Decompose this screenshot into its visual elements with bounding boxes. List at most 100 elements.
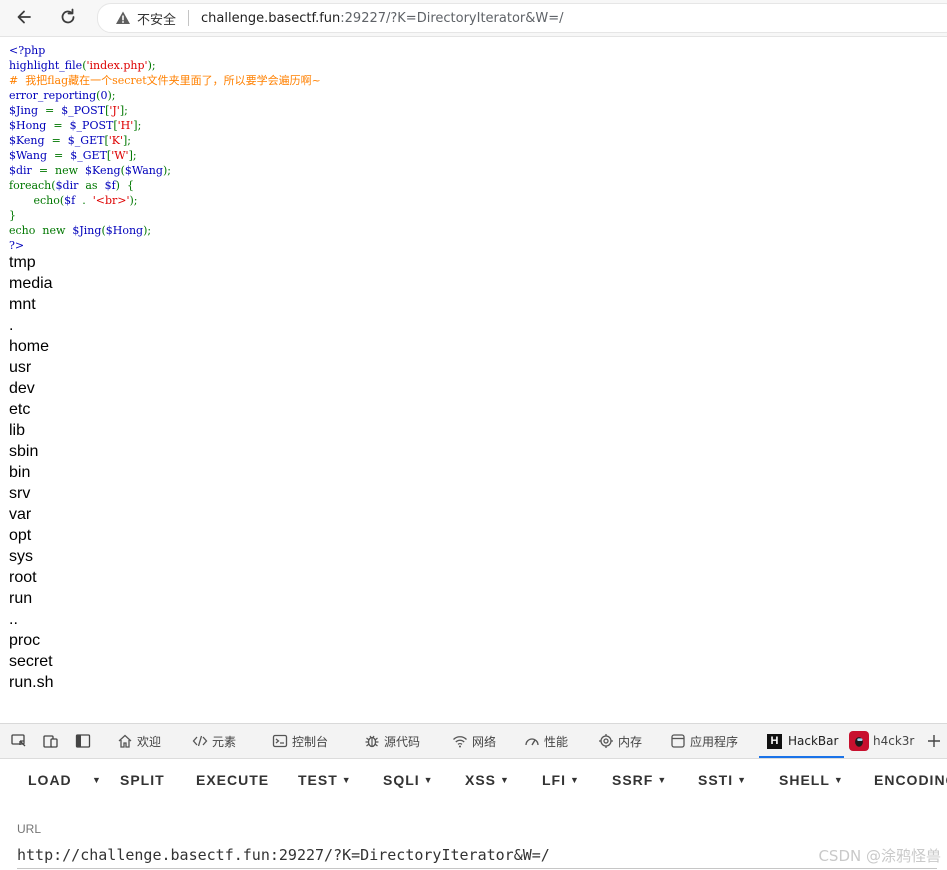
- tab-console[interactable]: 控制台: [272, 724, 328, 758]
- caret-down-icon: ▼: [423, 775, 434, 785]
- code-token: =: [54, 149, 71, 162]
- hackbar-split-button[interactable]: SPLIT: [120, 772, 165, 788]
- tab-label: HackBar: [788, 734, 839, 748]
- directory-entry: etc: [9, 401, 31, 418]
- code-token: 'K': [108, 134, 123, 147]
- hackbar-ssrf-menu[interactable]: SSRF ▼: [612, 772, 667, 788]
- code-token: $_POST: [69, 119, 114, 132]
- back-button[interactable]: [10, 4, 38, 30]
- tab-sources[interactable]: 源代码: [364, 724, 420, 758]
- wifi-icon: [452, 733, 468, 749]
- caret-down-icon: ▼: [570, 775, 580, 785]
- menu-label: SSTI: [698, 772, 734, 788]
- device-emulation-icon[interactable]: [42, 732, 60, 750]
- directory-entry: proc: [9, 632, 41, 649]
- code-line: <?php: [9, 43, 321, 58]
- caret-down-icon: ▼: [657, 775, 668, 785]
- hackbar-test-menu[interactable]: TEST ▼: [298, 772, 352, 788]
- dock-sidebar-icon[interactable]: [74, 732, 92, 750]
- hackbar-lfi-menu[interactable]: LFI ▼: [542, 772, 580, 788]
- directory-entry: .: [9, 317, 14, 334]
- hackbar-shell-menu[interactable]: SHELL ▼: [779, 772, 844, 788]
- code-token: $Keng: [85, 164, 121, 177]
- hackbar-execute-button[interactable]: EXECUTE: [196, 772, 269, 788]
- directory-entry: run.sh: [9, 674, 54, 691]
- tab-hackbar[interactable]: H HackBar: [759, 724, 845, 758]
- directory-entry: ..: [9, 611, 18, 628]
- directory-entry: var: [9, 506, 32, 523]
- hackbar-logo-icon: H: [767, 733, 782, 749]
- directory-entry: sbin: [9, 443, 39, 460]
- code-token: error_reporting: [9, 89, 97, 102]
- code-token: =: [53, 119, 70, 132]
- hackbar-load-dropdown[interactable]: ▼: [88, 772, 102, 788]
- code-token: $dir: [9, 164, 39, 177]
- reload-icon: [61, 8, 75, 24]
- tab-h4ck3r[interactable]: h4ck3r: [849, 724, 914, 758]
- hackbar-url-input[interactable]: [17, 842, 937, 869]
- security-status[interactable]: 不安全: [137, 9, 176, 28]
- tab-application[interactable]: 应用程序: [670, 724, 738, 758]
- tab-label: 控制台: [292, 734, 329, 749]
- address-bar[interactable]: 不安全 challenge.basectf.fun:29227/?K=Direc…: [97, 3, 947, 33]
- code-line: echo($f . '<br>');: [9, 193, 321, 208]
- hackbar-encoding-menu[interactable]: ENCODING: [874, 772, 947, 788]
- tab-memory[interactable]: 内存: [598, 724, 642, 758]
- reload-button[interactable]: [54, 4, 82, 30]
- tab-welcome[interactable]: 欢迎: [117, 724, 161, 758]
- directory-entry: home: [9, 338, 50, 355]
- code-token: echo(: [9, 194, 65, 207]
- warning-icon[interactable]: [115, 10, 131, 26]
- directory-entry: mnt: [9, 296, 36, 313]
- code-token: );: [107, 89, 116, 102]
- tab-label: 内存: [618, 734, 643, 749]
- code-line: }: [9, 208, 321, 223]
- tab-label: 网络: [472, 734, 497, 749]
- code-token: = new: [38, 164, 86, 177]
- menu-label: TEST: [298, 772, 338, 788]
- tab-label: 元素: [212, 734, 237, 749]
- php-source-code: <?php highlight_file('index.php'); # 我把fla…: [9, 43, 321, 253]
- page-content: <?php highlight_file('index.php'); # 我把fla…: [0, 37, 947, 723]
- code-token: );: [162, 164, 171, 177]
- directory-listing: tmp media mnt. home usr dev etc lib sbin bin srv va…: [9, 252, 53, 693]
- menu-label: LFI: [542, 772, 566, 788]
- address-divider: [188, 10, 190, 26]
- caret-down-icon: ▼: [833, 775, 844, 785]
- code-token: $Jing: [9, 104, 46, 117]
- tab-network[interactable]: 网络: [452, 724, 496, 758]
- hackbar-load-button[interactable]: LOAD: [28, 772, 72, 788]
- caret-down-icon: ▼: [92, 775, 102, 785]
- code-line: $Jing = $_POST['J'];: [9, 103, 321, 118]
- code-line: $Wang = $_GET['W'];: [9, 148, 321, 163]
- bug-icon: [364, 733, 380, 749]
- address-url[interactable]: challenge.basectf.fun:29227/?K=Directory…: [201, 11, 564, 26]
- browser-toolbar: 不安全 challenge.basectf.fun:29227/?K=Direc…: [0, 0, 947, 37]
- code-token: $_GET: [67, 134, 105, 147]
- hackbar-xss-menu[interactable]: XSS ▼: [465, 772, 510, 788]
- hackbar-ssti-menu[interactable]: SSTI ▼: [698, 772, 747, 788]
- tab-label: 源代码: [384, 734, 421, 749]
- code-token: );: [143, 224, 152, 237]
- hackbar-sqli-menu[interactable]: SQLI ▼: [383, 772, 434, 788]
- code-token: 'W': [111, 149, 129, 162]
- tab-label: 性能: [544, 734, 569, 749]
- hackbar-url-label: URL: [17, 822, 42, 836]
- devtools-panel: 欢迎 元素 控制台 源代码 网络 性能 内存 应用程序 H HackBar h4…: [0, 723, 947, 870]
- code-token: =: [51, 134, 68, 147]
- hackbar-menu: LOAD ▼ SPLIT EXECUTE TEST ▼ SQLI ▼ XSS ▼ LF…: [0, 759, 947, 801]
- code-token: foreach(: [9, 179, 56, 192]
- url-path: :29227/?K=DirectoryIterator&W=/: [340, 10, 564, 26]
- gauge-icon: [524, 733, 540, 749]
- code-line: # 我把flag藏在一个secret文件夹里面了，所以要学会遍历啊~: [9, 73, 321, 88]
- code-token: ) {: [115, 179, 134, 192]
- code-line: highlight_file('index.php');: [9, 58, 321, 73]
- caret-down-icon: ▼: [500, 775, 510, 785]
- tab-elements[interactable]: 元素: [192, 724, 236, 758]
- tab-label: h4ck3r: [873, 734, 915, 748]
- code-token: ];: [128, 149, 137, 162]
- inspect-element-icon[interactable]: [10, 732, 28, 750]
- directory-entry: bin: [9, 464, 31, 481]
- tab-performance[interactable]: 性能: [524, 724, 568, 758]
- more-tabs-plus-icon[interactable]: [925, 732, 943, 750]
